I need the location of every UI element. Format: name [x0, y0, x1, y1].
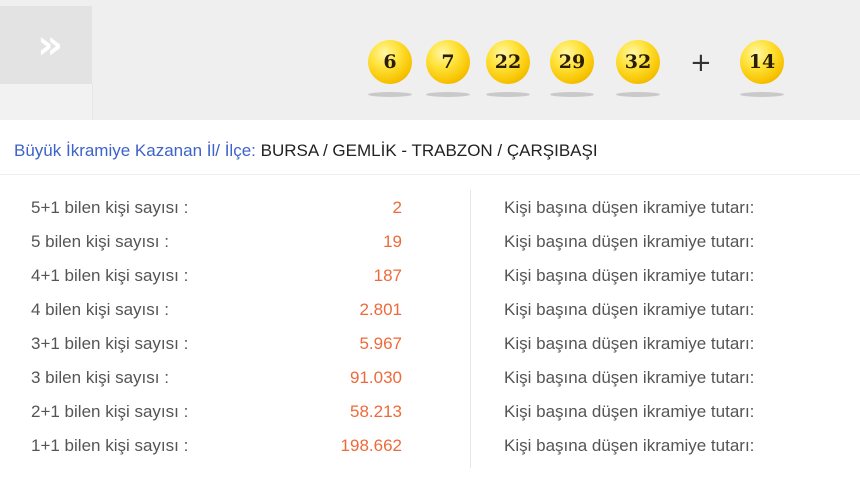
- ball-shadow: [550, 92, 594, 97]
- winner-count: 58.213: [350, 402, 402, 421]
- match-label: 2+1 bilen kişi sayısı :: [31, 402, 189, 421]
- prize-label: Kişi başına düşen ikramiye tutarı:: [504, 232, 755, 251]
- prize-label: Kişi başına düşen ikramiye tutarı:: [504, 402, 755, 421]
- result-row: 2+1 bilen kişi sayısı : 58.213 Kişi başı…: [0, 402, 860, 432]
- double-chevron-right-icon: »: [37, 22, 63, 68]
- number-ball: 6: [368, 40, 412, 84]
- prize-label: Kişi başına düşen ikramiye tutarı:: [504, 334, 755, 353]
- winner-count: 2: [392, 198, 402, 217]
- winner-location-label: Büyük İkramiye Kazanan İl/ İlçe:: [14, 141, 256, 160]
- match-label: 1+1 bilen kişi sayısı :: [31, 436, 189, 455]
- result-row: 1+1 bilen kişi sayısı : 198.662 Kişi baş…: [0, 436, 860, 466]
- winner-count: 198.662: [340, 436, 402, 455]
- ball-shadow: [740, 92, 784, 97]
- prize-label: Kişi başına düşen ikramiye tutarı:: [504, 436, 755, 455]
- match-label: 4+1 bilen kişi sayısı :: [31, 266, 189, 285]
- result-row: 3 bilen kişi sayısı : 91.030 Kişi başına…: [0, 368, 860, 398]
- winner-count: 5.967: [359, 334, 402, 353]
- ball-shadow: [616, 92, 660, 97]
- winner-count: 91.030: [350, 368, 402, 387]
- number-ball: 22: [486, 40, 530, 84]
- winner-location-value: BURSA / GEMLİK - TRABZON / ÇARŞIBAŞI: [260, 141, 598, 160]
- prize-label: Kişi başına düşen ikramiye tutarı:: [504, 300, 755, 319]
- match-label: 4 bilen kişi sayısı :: [31, 300, 169, 319]
- result-row: 5 bilen kişi sayısı : 19 Kişi başına düş…: [0, 232, 860, 262]
- bonus-ball: 14: [740, 40, 784, 84]
- ball-shadow: [368, 92, 412, 97]
- winner-count: 19: [383, 232, 402, 251]
- ball-shadow: [426, 92, 470, 97]
- result-row: 4 bilen kişi sayısı : 2.801 Kişi başına …: [0, 300, 860, 330]
- winner-count: 187: [373, 266, 402, 285]
- prize-label: Kişi başına düşen ikramiye tutarı:: [504, 266, 755, 285]
- result-row: 4+1 bilen kişi sayısı : 187 Kişi başına …: [0, 266, 860, 296]
- result-row: 3+1 bilen kişi sayısı : 5.967 Kişi başın…: [0, 334, 860, 364]
- plus-sign: +: [690, 48, 712, 78]
- winner-count: 2.801: [359, 300, 402, 319]
- divider: [0, 174, 860, 175]
- number-ball: 29: [550, 40, 594, 84]
- number-ball: 7: [426, 40, 470, 84]
- number-ball: 32: [616, 40, 660, 84]
- ball-shadow: [486, 92, 530, 97]
- prize-label: Kişi başına düşen ikramiye tutarı:: [504, 198, 755, 217]
- match-label: 5+1 bilen kişi sayısı :: [31, 198, 189, 217]
- match-label: 3+1 bilen kişi sayısı :: [31, 334, 189, 353]
- match-label: 5 bilen kişi sayısı :: [31, 232, 169, 251]
- match-label: 3 bilen kişi sayısı :: [31, 368, 169, 387]
- expand-button[interactable]: »: [0, 6, 92, 84]
- result-row: 5+1 bilen kişi sayısı : 2 Kişi başına dü…: [0, 198, 860, 228]
- prize-label: Kişi başına düşen ikramiye tutarı:: [504, 368, 755, 387]
- left-strip: [0, 84, 93, 120]
- jackpot-winner-location: Büyük İkramiye Kazanan İl/ İlçe: BURSA /…: [14, 141, 598, 161]
